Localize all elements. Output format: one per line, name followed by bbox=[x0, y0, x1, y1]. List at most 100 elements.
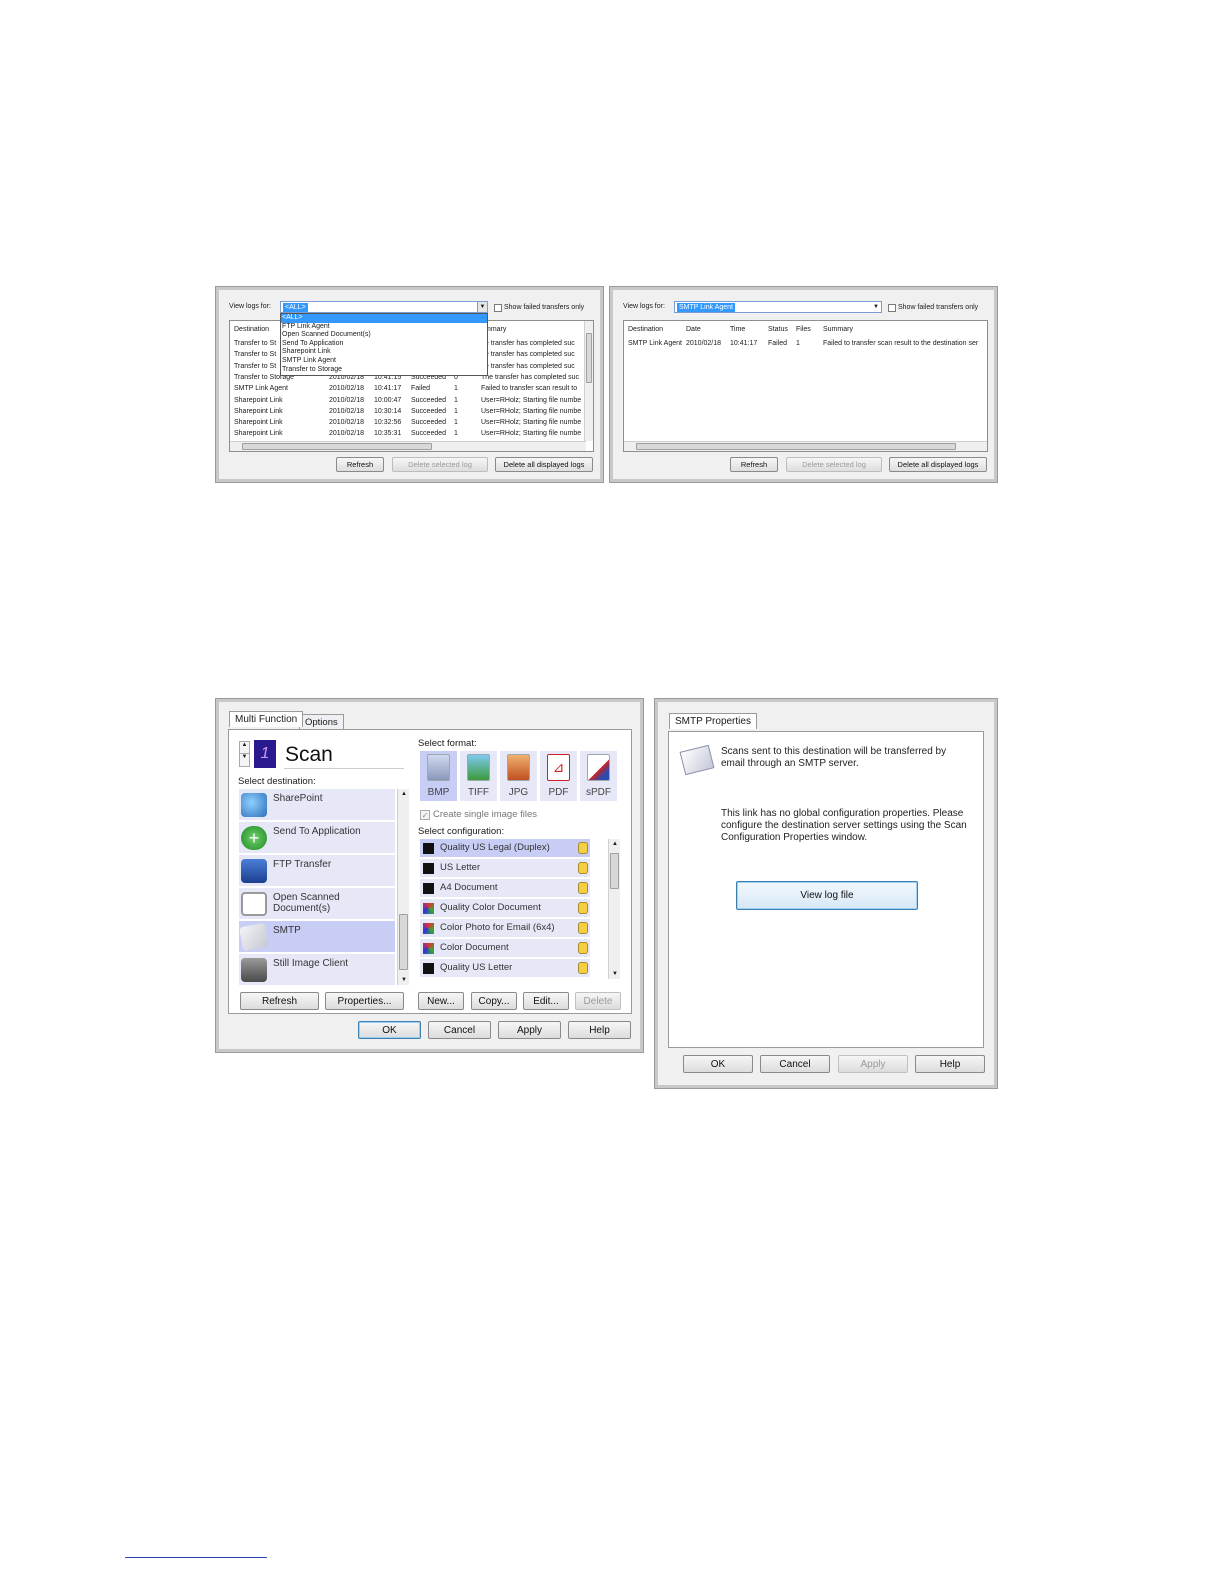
format-tiff[interactable]: TIFF bbox=[460, 751, 497, 801]
scroll-thumb[interactable] bbox=[586, 333, 592, 383]
chevron-down-icon[interactable]: ▼ bbox=[240, 754, 249, 766]
destination-open-scanned-documents[interactable]: Open Scanned Document(s) bbox=[239, 888, 395, 920]
log-cell: 1 bbox=[796, 340, 800, 347]
scan-profile-icon bbox=[423, 883, 434, 894]
chevron-down-icon[interactable]: ▼ bbox=[401, 977, 407, 983]
delete-selected-log-button[interactable]: Delete selected log bbox=[392, 457, 488, 472]
tab-smtp-properties[interactable]: SMTP Properties bbox=[669, 713, 757, 729]
cancel-button[interactable]: Cancel bbox=[760, 1055, 830, 1073]
view-log-file-button[interactable]: View log file bbox=[736, 881, 918, 910]
view-logs-combo[interactable]: SMTP Link Agent ▼ bbox=[674, 301, 882, 313]
chevron-down-icon[interactable]: ▼ bbox=[612, 971, 618, 977]
log-cell: 10:30:14 bbox=[374, 407, 402, 415]
refresh-button[interactable]: Refresh bbox=[336, 457, 384, 472]
destination-scrollbar[interactable]: ▲ ▼ bbox=[397, 789, 409, 985]
chevron-up-icon[interactable]: ▲ bbox=[612, 841, 618, 847]
ok-button[interactable]: OK bbox=[683, 1055, 753, 1073]
dropdown-item[interactable]: <ALL> bbox=[281, 314, 487, 323]
delete-all-logs-button[interactable]: Delete all displayed logs bbox=[495, 457, 593, 472]
properties-button[interactable]: Properties... bbox=[325, 992, 404, 1010]
log-cell: SMTP Link Agent bbox=[234, 385, 288, 393]
col-status[interactable]: Status bbox=[768, 326, 788, 333]
scroll-thumb[interactable] bbox=[242, 443, 432, 450]
format-bmp[interactable]: BMP bbox=[420, 751, 457, 801]
scan-stepper[interactable]: ▲ ▼ bbox=[239, 741, 250, 767]
format-label: TIFF bbox=[467, 787, 490, 798]
col-summary[interactable]: mmary bbox=[485, 326, 506, 333]
destination-smtp[interactable]: SMTP bbox=[239, 921, 395, 953]
destination-send-to-application[interactable]: + Send To Application bbox=[239, 822, 395, 854]
configuration-item[interactable]: US Letter bbox=[420, 859, 590, 878]
edit-configuration-button[interactable]: Edit... bbox=[523, 992, 569, 1010]
refresh-button[interactable]: Refresh bbox=[730, 457, 778, 472]
log-list[interactable]: Destination Date Time Status Files Summa… bbox=[623, 320, 988, 452]
delete-configuration-button[interactable]: Delete bbox=[575, 992, 621, 1010]
col-time[interactable]: Time bbox=[730, 326, 745, 333]
single-image-checkbox[interactable]: ✓ bbox=[420, 810, 430, 820]
log-cell: Succeeded bbox=[411, 419, 447, 427]
format-label: sPDF bbox=[586, 787, 611, 798]
chevron-up-icon[interactable]: ▲ bbox=[401, 791, 407, 797]
format-list[interactable]: BMP TIFF JPG ⊿ PDF sPDF bbox=[420, 751, 617, 803]
show-failed-checkbox[interactable] bbox=[888, 304, 896, 312]
tab-multi-function[interactable]: Multi Function bbox=[229, 711, 304, 727]
col-files[interactable]: Files bbox=[796, 326, 811, 333]
apply-button[interactable]: Apply bbox=[838, 1055, 908, 1073]
destination-still-image-client[interactable]: Still Image Client bbox=[239, 954, 395, 985]
dropdown-item[interactable]: SMTP Link Agent bbox=[281, 357, 487, 366]
new-configuration-button[interactable]: New... bbox=[418, 992, 464, 1010]
scroll-thumb[interactable] bbox=[636, 443, 956, 450]
tab-options[interactable]: Options bbox=[299, 714, 344, 730]
chevron-up-icon[interactable]: ▲ bbox=[240, 742, 249, 754]
col-destination[interactable]: Destination bbox=[234, 326, 269, 333]
apply-button[interactable]: Apply bbox=[498, 1021, 561, 1039]
log-cell: User=RHolz; Starting file numbe bbox=[481, 430, 582, 438]
destination-sharepoint[interactable]: SharePoint bbox=[239, 789, 395, 821]
vertical-scrollbar[interactable] bbox=[584, 321, 593, 441]
format-pdf[interactable]: ⊿ PDF bbox=[540, 751, 577, 801]
view-logs-dropdown[interactable]: <ALL> FTP Link Agent Open Scanned Document… bbox=[280, 313, 488, 376]
configuration-scrollbar[interactable]: ▲ ▼ bbox=[608, 839, 620, 979]
chevron-down-icon[interactable]: ▼ bbox=[477, 302, 487, 312]
configuration-item[interactable]: Quality US Legal (Duplex) bbox=[420, 839, 590, 858]
dropdown-item[interactable]: Transfer to Storage bbox=[281, 366, 487, 375]
configuration-item[interactable]: Color Photo for Email (6x4) bbox=[420, 919, 590, 938]
scroll-thumb[interactable] bbox=[399, 914, 408, 970]
format-jpg[interactable]: JPG bbox=[500, 751, 537, 801]
chevron-down-icon[interactable]: ▼ bbox=[871, 302, 881, 312]
col-destination[interactable]: Destination bbox=[628, 326, 663, 333]
col-summary[interactable]: Summary bbox=[823, 326, 853, 333]
dropdown-item[interactable]: Open Scanned Document(s) bbox=[281, 331, 487, 340]
delete-all-logs-button[interactable]: Delete all displayed logs bbox=[889, 457, 987, 472]
configuration-item[interactable]: Quality Color Document bbox=[420, 899, 590, 918]
log-cell: User=RHolz; Starting file numbe bbox=[481, 419, 582, 427]
dropdown-item[interactable]: Sharepoint Link bbox=[281, 348, 487, 357]
destination-list[interactable]: SharePoint + Send To Application FTP Tra… bbox=[239, 789, 409, 985]
col-date[interactable]: Date bbox=[686, 326, 701, 333]
help-button[interactable]: Help bbox=[568, 1021, 631, 1039]
scroll-thumb[interactable] bbox=[610, 853, 619, 889]
footnote-rule bbox=[125, 1557, 267, 1558]
dropdown-item[interactable]: Send To Application bbox=[281, 340, 487, 349]
view-logs-combo[interactable]: <ALL> ▼ bbox=[280, 301, 488, 313]
destination-label: Send To Application bbox=[273, 826, 361, 837]
show-failed-label: Show failed transfers only bbox=[504, 304, 585, 311]
destination-ftp-transfer[interactable]: FTP Transfer bbox=[239, 855, 395, 887]
copy-configuration-button[interactable]: Copy... bbox=[471, 992, 517, 1010]
ok-button[interactable]: OK bbox=[358, 1021, 421, 1039]
configuration-list[interactable]: Quality US Letter Color Document Color Pho… bbox=[420, 839, 620, 979]
configuration-item[interactable]: A4 Document bbox=[420, 879, 590, 898]
show-failed-checkbox[interactable] bbox=[494, 304, 502, 312]
horizontal-scrollbar[interactable] bbox=[624, 441, 987, 451]
format-spdf[interactable]: sPDF bbox=[580, 751, 617, 801]
refresh-button[interactable]: Refresh bbox=[240, 992, 319, 1010]
log-cell: 10:35:31 bbox=[374, 430, 402, 438]
dropdown-item[interactable]: FTP Link Agent bbox=[281, 323, 487, 332]
configuration-item[interactable]: Color Document bbox=[420, 939, 590, 958]
configuration-item[interactable]: Quality US Letter bbox=[420, 959, 590, 978]
cancel-button[interactable]: Cancel bbox=[428, 1021, 491, 1039]
horizontal-scrollbar[interactable] bbox=[230, 441, 586, 451]
help-button[interactable]: Help bbox=[915, 1055, 985, 1073]
smtp-intro-text: Scans sent to this destination will be t… bbox=[721, 746, 947, 769]
delete-selected-log-button[interactable]: Delete selected log bbox=[786, 457, 882, 472]
